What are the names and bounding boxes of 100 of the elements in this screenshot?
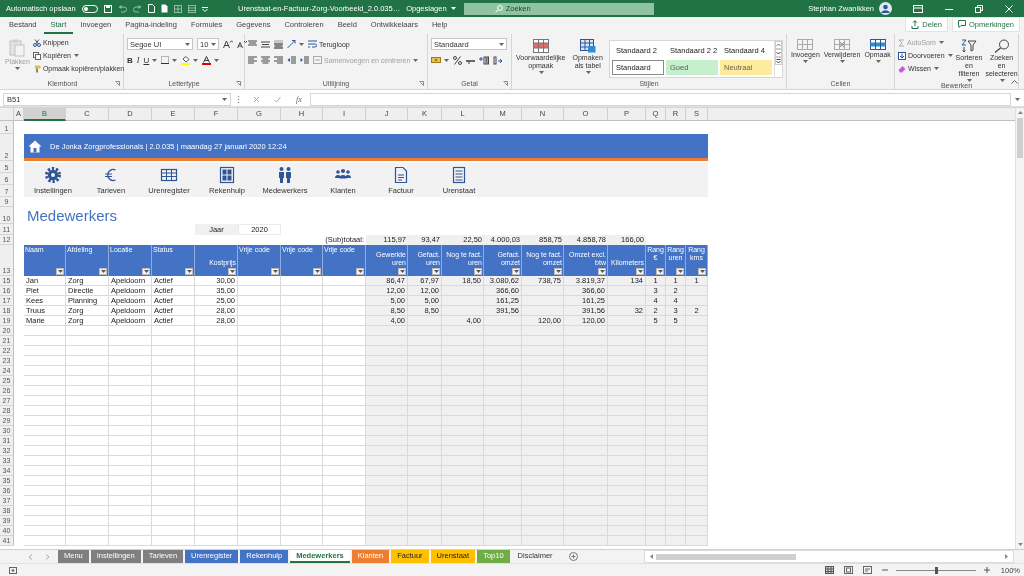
zoom-in-icon[interactable] bbox=[983, 567, 990, 573]
list-icon bbox=[450, 165, 468, 184]
filter-button[interactable] bbox=[676, 268, 684, 275]
dialog-launcher-icon[interactable] bbox=[419, 81, 424, 86]
italic-button[interactable]: I bbox=[136, 55, 140, 65]
scroll-right-icon[interactable] bbox=[1004, 553, 1009, 560]
filter-button[interactable] bbox=[598, 268, 606, 275]
borders-button[interactable] bbox=[161, 56, 178, 64]
grid-icon[interactable] bbox=[173, 4, 182, 13]
scroll-down-icon[interactable] bbox=[1016, 542, 1024, 547]
format-cells-icon bbox=[869, 39, 886, 50]
customize-icon[interactable] bbox=[201, 5, 208, 12]
scrollbar-thumb[interactable] bbox=[1017, 118, 1023, 158]
filter-caret-icon bbox=[314, 270, 320, 273]
scissors-icon bbox=[32, 38, 41, 47]
currency-icon bbox=[431, 56, 441, 64]
bold-button[interactable]: B bbox=[127, 55, 133, 65]
filter-button[interactable] bbox=[99, 268, 107, 275]
insert-cells-icon bbox=[797, 39, 814, 50]
search-icon bbox=[494, 4, 503, 13]
collapse-ribbon-icon[interactable] bbox=[1011, 79, 1018, 84]
filter-button[interactable] bbox=[636, 268, 644, 275]
caret-icon bbox=[933, 67, 939, 70]
caret-icon bbox=[172, 58, 178, 62]
font-color-button[interactable] bbox=[202, 55, 220, 65]
increase-decimal-icon[interactable] bbox=[479, 55, 489, 65]
brush-icon bbox=[32, 64, 41, 73]
font-grow-icon[interactable] bbox=[223, 40, 233, 48]
share-icon bbox=[911, 20, 920, 29]
filter-caret-icon bbox=[637, 270, 643, 273]
filter-caret-icon bbox=[357, 270, 363, 273]
borders-icon bbox=[161, 56, 170, 64]
page-title: Medewerkers bbox=[26, 207, 119, 224]
insert-function-button[interactable]: fx bbox=[296, 94, 302, 104]
caret-icon bbox=[152, 58, 158, 62]
close-icon[interactable] bbox=[1005, 4, 1013, 13]
align-middle-icon[interactable] bbox=[261, 39, 270, 49]
filter-button[interactable] bbox=[142, 268, 150, 275]
filter-caret-icon bbox=[475, 270, 481, 273]
scroll-left-icon[interactable] bbox=[649, 553, 654, 560]
formula-input[interactable] bbox=[309, 92, 1011, 106]
font-shrink-icon[interactable] bbox=[237, 40, 247, 48]
filter-caret-icon bbox=[272, 270, 278, 273]
decrease-decimal-icon[interactable] bbox=[493, 55, 503, 65]
caret-icon bbox=[73, 54, 79, 57]
add-sheet-icon[interactable] bbox=[568, 552, 578, 561]
filter-button[interactable] bbox=[554, 268, 562, 275]
redo-icon[interactable] bbox=[132, 4, 142, 13]
filter-button[interactable] bbox=[313, 268, 321, 275]
filter-button[interactable] bbox=[398, 268, 406, 275]
filter-button[interactable] bbox=[185, 268, 193, 275]
expand-icon[interactable] bbox=[1015, 97, 1020, 101]
currency-button[interactable] bbox=[431, 56, 449, 64]
home-icon[interactable] bbox=[28, 139, 42, 153]
slider-thumb[interactable] bbox=[934, 566, 938, 574]
caret-icon bbox=[999, 79, 1005, 82]
filter-button[interactable] bbox=[271, 268, 279, 275]
avatar-icon[interactable] bbox=[879, 2, 892, 15]
caret-icon bbox=[450, 7, 456, 10]
dialog-launcher-icon[interactable] bbox=[236, 81, 241, 86]
filter-caret-icon bbox=[100, 270, 106, 273]
filter-button[interactable] bbox=[356, 268, 364, 275]
restore-icon[interactable] bbox=[975, 4, 983, 13]
eraser-icon bbox=[898, 64, 906, 73]
page-break-icon[interactable] bbox=[862, 566, 872, 574]
ribbon-display-icon[interactable] bbox=[913, 4, 923, 13]
decrease-indent-icon[interactable] bbox=[287, 55, 296, 65]
filter-button[interactable] bbox=[56, 268, 64, 275]
increase-indent-icon[interactable] bbox=[300, 55, 309, 65]
filter-caret-icon bbox=[699, 270, 705, 273]
normal-view-icon[interactable] bbox=[824, 566, 834, 574]
filter-button[interactable] bbox=[228, 268, 236, 275]
filter-caret-icon bbox=[677, 270, 683, 273]
page-layout-icon[interactable] bbox=[843, 566, 853, 574]
filter-caret-icon bbox=[657, 270, 663, 273]
grid-icon[interactable] bbox=[187, 4, 196, 13]
dialog-launcher-icon[interactable] bbox=[503, 81, 508, 86]
sort-filter-icon bbox=[961, 39, 977, 53]
filter-button[interactable] bbox=[432, 268, 440, 275]
orientation-button[interactable] bbox=[287, 39, 304, 49]
filter-button[interactable] bbox=[656, 268, 664, 275]
table-format-icon bbox=[579, 39, 596, 53]
dialog-launcher-icon[interactable] bbox=[115, 81, 120, 86]
filter-button[interactable] bbox=[474, 268, 482, 275]
save-icon[interactable] bbox=[103, 4, 112, 13]
filter-caret-icon bbox=[186, 270, 192, 273]
underline-button[interactable]: U bbox=[143, 55, 158, 65]
undo-icon[interactable] bbox=[117, 4, 127, 13]
macro-record-icon[interactable] bbox=[9, 566, 17, 574]
scroll-up-icon[interactable] bbox=[1016, 110, 1024, 115]
more-icon[interactable] bbox=[775, 57, 782, 65]
filter-button[interactable] bbox=[512, 268, 520, 275]
scrollbar-thumb[interactable] bbox=[656, 553, 796, 560]
fill-color-button[interactable] bbox=[181, 55, 199, 65]
caret-icon bbox=[947, 54, 953, 57]
people-icon bbox=[276, 165, 294, 184]
copy-icon bbox=[32, 51, 41, 60]
percent-icon[interactable] bbox=[453, 55, 462, 65]
calculator-icon bbox=[218, 165, 236, 184]
filter-button[interactable] bbox=[698, 268, 706, 275]
